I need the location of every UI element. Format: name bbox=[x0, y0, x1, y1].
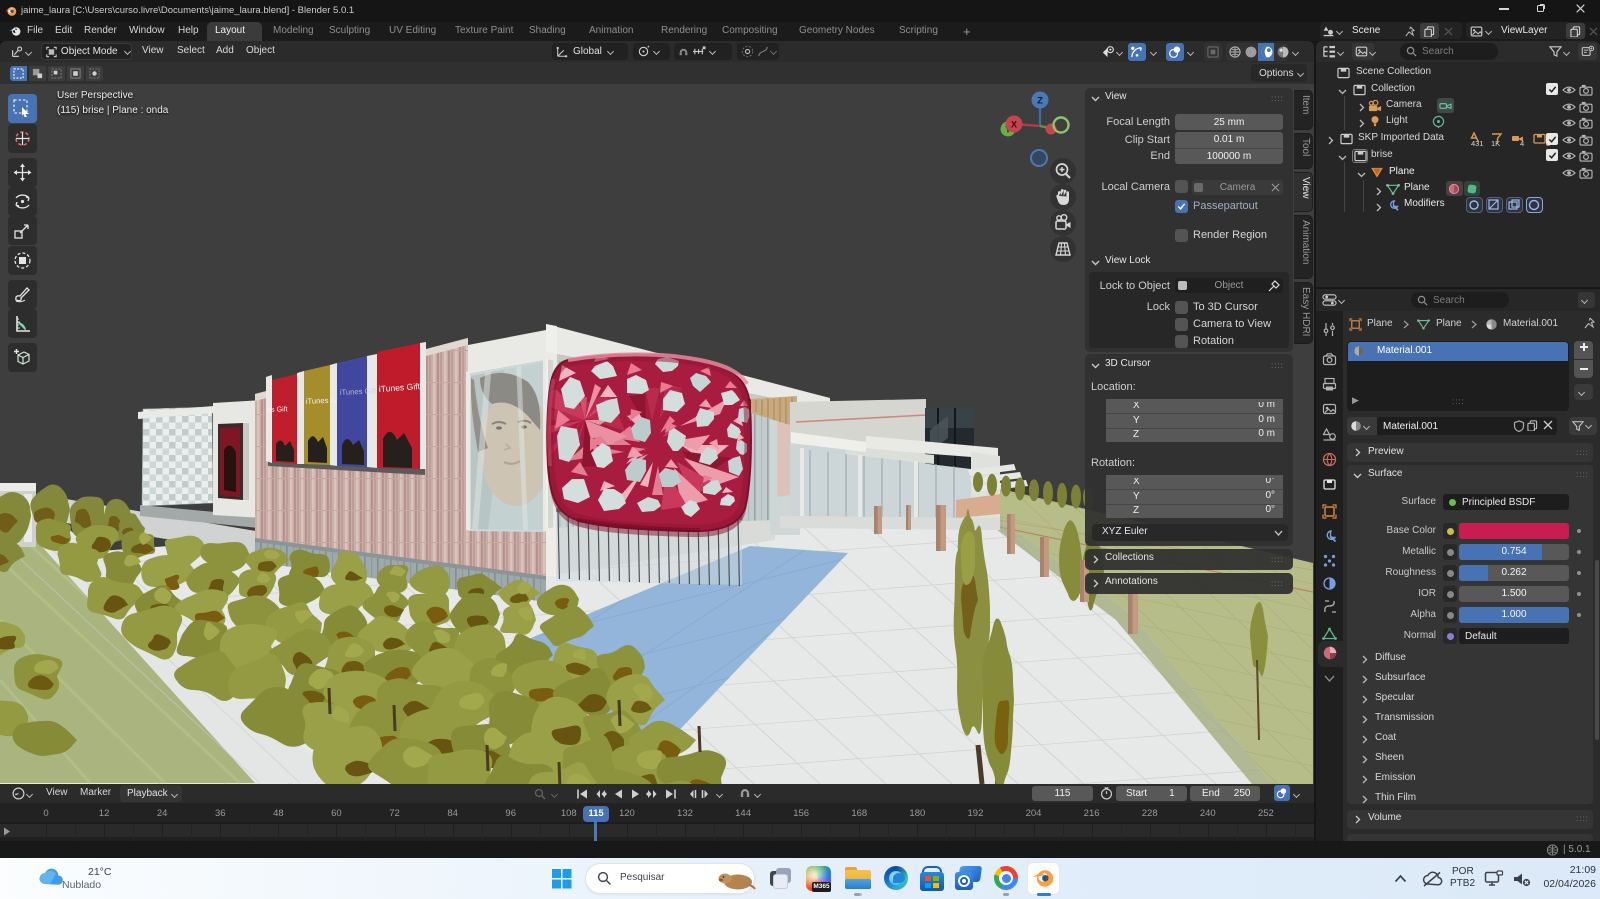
svg-text:Z: Z bbox=[1037, 96, 1043, 107]
svg-text:iTunes G: iTunes G bbox=[306, 395, 337, 406]
svg-text:4: 4 bbox=[1520, 139, 1524, 148]
svg-text:431: 431 bbox=[1471, 139, 1484, 148]
svg-text:X: X bbox=[1011, 120, 1017, 130]
svg-text:es Gift: es Gift bbox=[267, 404, 288, 414]
svg-text:1K: 1K bbox=[1491, 139, 1500, 148]
